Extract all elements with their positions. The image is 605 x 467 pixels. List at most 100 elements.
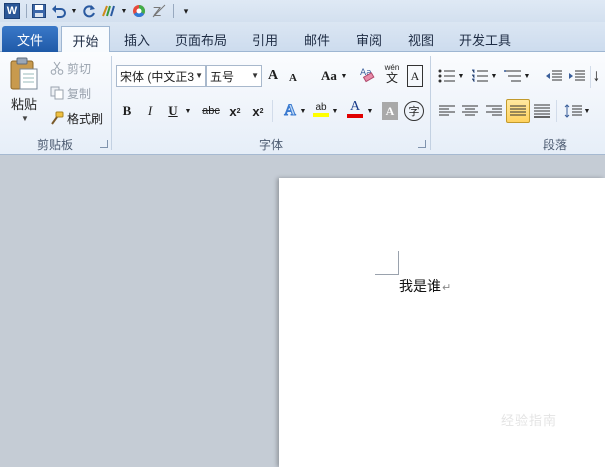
watermark-text: 经验指南 [501,413,558,428]
clear-formatting-button[interactable]: Aa [359,63,377,85]
highlight-dropdown-icon[interactable]: ▼ [331,100,339,122]
font-size-value: 五号 [210,69,235,84]
bold-button[interactable]: B [120,100,134,122]
copy-button[interactable]: 复制 [50,83,91,103]
multilevel-list-icon [504,70,521,82]
align-left-icon [439,105,455,116]
margin-corner-mark [375,251,399,275]
underline-button[interactable]: U [166,100,180,122]
justify-button[interactable] [506,99,530,123]
text-effects-button[interactable]: A [281,100,299,122]
word-logo-icon[interactable]: W [3,2,21,20]
strikethrough-button[interactable]: abc [200,100,222,122]
word-logo-letter: W [4,3,20,19]
color-wheel-icon[interactable] [130,2,148,20]
subscript-button[interactable]: x2 [226,100,244,122]
grow-font-button[interactable]: A [265,65,281,87]
copy-icon [50,86,64,100]
font-color-letter: A [349,99,361,114]
customize-qat-icon[interactable]: ▾ [177,2,195,20]
tab-file[interactable]: 文件 [2,26,58,52]
tab-insert[interactable]: 插入 [118,26,156,52]
font-row-separator [272,100,273,122]
increase-indent-button[interactable] [567,66,587,86]
format-dropdown-icon[interactable]: ▼ [120,2,128,20]
redo-icon[interactable] [80,2,98,20]
tab-mailings[interactable]: 邮件 [298,26,336,52]
paintbrush-icon [50,111,64,125]
document-page[interactable]: 我是谁↵ 经验指南 [279,178,605,467]
undo-icon[interactable] [50,2,68,20]
numbering-button[interactable] [470,66,490,86]
tab-developer[interactable]: 开发工具 [455,26,515,52]
font-size-dropdown-icon: ▼ [251,71,259,80]
multilevel-list-button[interactable] [503,66,523,86]
format-painter-button[interactable]: 格式刷 [50,108,103,128]
clear-icon[interactable]: Z [150,2,168,20]
bullets-dropdown-icon[interactable]: ▼ [456,66,466,86]
font-launcher-icon[interactable] [418,140,426,148]
highlight-letters: ab [315,102,327,113]
enclose-characters-button[interactable]: 字 [404,101,424,121]
paste-icon[interactable] [9,57,39,91]
undo-dropdown-icon[interactable]: ▼ [70,2,78,20]
shrink-font-button[interactable]: A [286,67,300,89]
save-icon[interactable] [30,2,48,20]
format-painter-label: 格式刷 [67,111,104,126]
tab-review[interactable]: 审阅 [350,26,388,52]
quick-access-toolbar: W ▼ ▼ Z ▾ [0,0,605,22]
highlight-button[interactable]: ab [312,99,330,121]
font-size-select[interactable]: 五号 ▼ [206,65,262,87]
paste-button[interactable]: 粘贴 [11,94,37,113]
format-painter-quick-icon[interactable] [100,2,118,20]
decrease-indent-button[interactable] [544,66,564,86]
line-spacing-dropdown-icon[interactable]: ▼ [582,101,592,121]
sort-icon [594,71,599,82]
text-effects-dropdown-icon[interactable]: ▼ [299,100,307,122]
multilevel-dropdown-icon[interactable]: ▼ [522,66,532,86]
subscript-mark: 2 [236,107,241,115]
tab-home[interactable]: 开始 [61,26,110,53]
ribbon-tabs: 文件 开始 插入 页面布局 引用 邮件 审阅 视图 开发工具 [0,22,605,53]
bullets-button[interactable] [437,66,457,86]
character-shading-button[interactable]: A [382,102,398,120]
superscript-button[interactable]: x2 [249,100,267,122]
phonetic-guide-button[interactable]: wén 文 [381,63,403,85]
tab-references[interactable]: 引用 [246,26,284,52]
font-color-bar [347,114,363,118]
bullets-icon [438,69,455,83]
change-case-button[interactable]: Aa [318,65,340,87]
align-center-button[interactable] [460,101,480,121]
sort-button[interactable] [594,66,605,86]
paste-dropdown-icon[interactable]: ▼ [21,114,29,123]
underline-dropdown-icon[interactable]: ▼ [184,100,192,122]
align-right-icon [486,105,502,116]
tab-page-layout[interactable]: 页面布局 [172,26,230,52]
document-paragraph[interactable]: 我是谁↵ [399,276,451,296]
document-text: 我是谁 [399,279,441,295]
group-label-paragraph: 段落 [542,138,567,152]
copy-label: 复制 [67,86,92,101]
scissors-icon [50,61,64,75]
cut-label: 剪切 [67,61,92,76]
change-case-dropdown-icon[interactable]: ▼ [340,65,348,87]
clipboard-launcher-icon[interactable] [100,140,108,148]
distributed-button[interactable] [532,101,552,121]
superscript-mark: 2 [259,107,264,115]
font-name-select[interactable]: 宋体 (中文正3 ▼ [116,65,206,87]
numbering-dropdown-icon[interactable]: ▼ [489,66,499,86]
font-color-dropdown-icon[interactable]: ▼ [366,100,374,122]
font-color-button[interactable]: A [346,98,364,120]
clear-formatting-icon: Aa [360,68,375,83]
line-spacing-button[interactable] [563,101,583,121]
increase-indent-icon [569,70,585,81]
subscript-letter: x [229,103,237,119]
italic-button[interactable]: I [143,100,157,122]
tab-view[interactable]: 视图 [402,26,440,52]
align-left-button[interactable] [437,101,457,121]
font-name-dropdown-icon: ▼ [195,71,203,80]
numbering-icon [472,69,488,82]
cut-button[interactable]: 剪切 [50,58,91,78]
align-right-button[interactable] [484,101,504,121]
character-border-button[interactable]: A [407,65,423,87]
